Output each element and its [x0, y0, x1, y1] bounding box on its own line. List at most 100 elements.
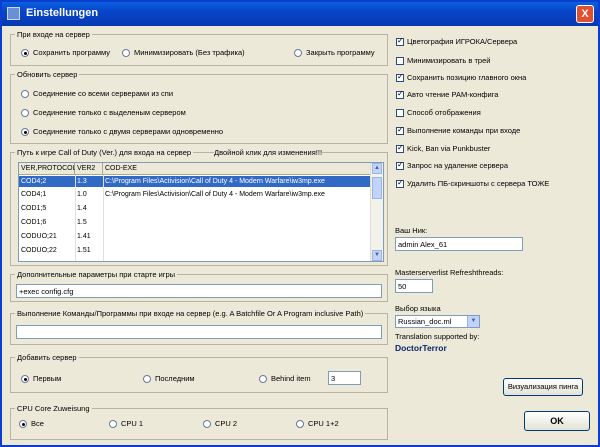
cpu-option-1[interactable] — [109, 420, 117, 428]
language-selected-value: Russian_doc.ml — [398, 317, 452, 326]
close-button[interactable]: X — [576, 5, 594, 23]
threads-label: Masterserverlist Refreshthreads: — [395, 268, 504, 277]
table-cell — [103, 245, 373, 256]
table-row[interactable]: CODUO;21 1.41 — [19, 231, 373, 242]
table-row[interactable]: COD4;1 1.0 C:\Program Files\Activision\C… — [19, 189, 373, 200]
join-option-save-label: Сохранить программу в — [33, 48, 111, 57]
chevron-down-icon[interactable]: ▼ — [467, 316, 479, 327]
cpu-option-both[interactable] — [296, 420, 304, 428]
add-server-last[interactable] — [143, 375, 151, 383]
add-server-legend: Добавить сервер — [17, 353, 77, 362]
table-cell: 1.0 — [77, 191, 87, 198]
nick-label: Ваш Ник: — [395, 226, 428, 235]
refresh-option-selected[interactable] — [21, 109, 29, 117]
checkbox-run-command-label: Выполнение команды при входе — [407, 126, 521, 135]
table-row[interactable]: CODUO;22 1.51 — [19, 245, 373, 256]
table-scrollbar[interactable]: ▲ ▼ — [370, 163, 383, 261]
cpu-legend: CPU Core Zuweisung — [17, 404, 90, 413]
checkbox-delete-screenshots-label: Удалить ПБ-скриншоты с сервера ТОЖЕ — [407, 179, 550, 188]
join-option-minimize-label: Минимизировать (Без трафика) — [134, 48, 245, 57]
table-cell: C:\Program Files\Activision\Call of Duty… — [105, 191, 325, 198]
game-path-table[interactable]: VER,PROTOCOL VER2 COD-EXE COD4;2 1.3 C:\… — [18, 162, 384, 262]
checkbox-display-mode-label: Способ отображения — [407, 108, 481, 117]
cpu-option-all[interactable] — [19, 420, 27, 428]
table-cell: 1.41 — [77, 233, 91, 240]
refresh-option-all-label: Соединение со всеми серверами из спи — [33, 89, 174, 98]
column-divider — [103, 175, 104, 261]
add-server-first[interactable] — [21, 375, 29, 383]
column-header-version[interactable]: VER,PROTOCOL — [19, 163, 77, 175]
checkbox-tray-label: Минимизировать в трей — [407, 56, 491, 65]
refresh-option-two-label: Соединение только с двумя серверами одно… — [33, 127, 224, 136]
scroll-thumb[interactable] — [372, 177, 382, 199]
app-icon — [7, 7, 20, 20]
run-commands-input[interactable] — [16, 325, 382, 339]
table-row[interactable]: COD1;5 1.4 — [19, 203, 373, 214]
nick-input[interactable]: admin Alex_61 — [395, 237, 523, 251]
checkbox-punkbuster-label: Kick, Ban via Punkbuster — [407, 144, 491, 153]
join-option-minimize[interactable] — [122, 49, 130, 57]
checkbox-punkbuster[interactable] — [396, 143, 404, 153]
column-header-version2[interactable]: VER2 — [75, 163, 103, 175]
add-server-behind-label: Behind item — [271, 374, 311, 383]
table-cell — [103, 203, 373, 214]
join-option-close[interactable] — [294, 49, 302, 57]
refresh-option-selected-label: Соединение только с выделеным сервером — [33, 108, 186, 117]
table-cell: 1.3 — [77, 178, 87, 185]
table-cell: COD1;5 — [21, 205, 47, 212]
add-server-behind[interactable] — [259, 375, 267, 383]
table-cell: CODUO;21 — [21, 233, 57, 240]
table-cell — [103, 231, 373, 242]
table-cell: 1.4 — [77, 205, 87, 212]
table-cell: COD4;2 — [21, 178, 47, 185]
cpu-option-2-label: CPU 2 — [215, 419, 238, 428]
language-select[interactable]: Russian_doc.ml ▼ — [395, 315, 480, 328]
refresh-option-all[interactable] — [21, 90, 29, 98]
checkbox-confirm-delete[interactable] — [396, 160, 404, 170]
scroll-up-icon[interactable]: ▲ — [372, 163, 382, 174]
cpu-option-2[interactable] — [203, 420, 211, 428]
cpu-option-both-label: CPU 1+2 — [308, 419, 339, 428]
visual-ping-button[interactable]: Визуализация пинга — [503, 378, 583, 396]
path-group-legend: Путь к игре Call of Duty (Ver.) для вход… — [17, 148, 192, 157]
table-cell: 1.5 — [77, 219, 87, 226]
table-cell: COD4;1 — [21, 191, 47, 198]
table-row[interactable]: COD4;2 1.3 C:\Program Files\Activision\C… — [19, 176, 373, 187]
refresh-group-legend: Обновить сервер — [17, 70, 78, 79]
language-label: Выбор языка — [395, 304, 441, 313]
join-group-legend: При входе на сервер — [17, 30, 90, 39]
join-option-save[interactable] — [21, 49, 29, 57]
threads-input[interactable]: 50 — [395, 279, 433, 293]
checkbox-auto-config[interactable] — [396, 89, 404, 99]
checkbox-run-command[interactable] — [396, 125, 404, 135]
checkbox-delete-screenshots[interactable] — [396, 178, 404, 188]
checkbox-tray[interactable] — [396, 57, 404, 65]
path-hint: Двойной клик для изменения!!! — [214, 148, 323, 158]
scroll-down-icon[interactable]: ▼ — [372, 250, 382, 261]
checkbox-window-position[interactable] — [396, 72, 404, 82]
table-cell: 1.51 — [77, 247, 91, 254]
window-title: Einstellungen — [26, 7, 99, 19]
cpu-option-all-label: Все — [31, 419, 44, 428]
column-header-exe[interactable]: COD-EXE — [103, 163, 373, 175]
translation-credit-name[interactable]: DoctorTerror — [395, 343, 447, 353]
cpu-option-1-label: CPU 1 — [121, 419, 144, 428]
checkbox-display-mode[interactable] — [396, 109, 404, 117]
checkbox-auto-config-label: Авто чтение РАМ-конфига — [407, 90, 499, 99]
refresh-option-two[interactable] — [21, 128, 29, 136]
checkbox-window-position-label: Сохранить позицию главного окна — [407, 73, 527, 82]
ok-button[interactable]: OK — [524, 411, 590, 431]
table-cell — [103, 217, 373, 228]
extra-params-input[interactable]: +exec config.cfg — [16, 284, 382, 298]
title-bar[interactable]: Einstellungen X — [2, 2, 598, 26]
add-server-first-label: Первым — [33, 374, 62, 383]
checkbox-colors-label: Цветография ИГРОКА/Сервера — [407, 37, 518, 46]
extra-params-legend: Дополнительные параметры при старте игры — [17, 270, 176, 279]
table-cell: CODUO;22 — [21, 247, 57, 254]
table-row[interactable]: COD1;6 1.5 — [19, 217, 373, 228]
behind-item-input[interactable]: 3 — [328, 371, 361, 385]
table-cell: C:\Program Files\Activision\Call of Duty… — [105, 178, 325, 185]
add-server-last-label: Последним — [155, 374, 195, 383]
column-divider — [75, 175, 76, 261]
checkbox-colors[interactable] — [396, 36, 404, 46]
